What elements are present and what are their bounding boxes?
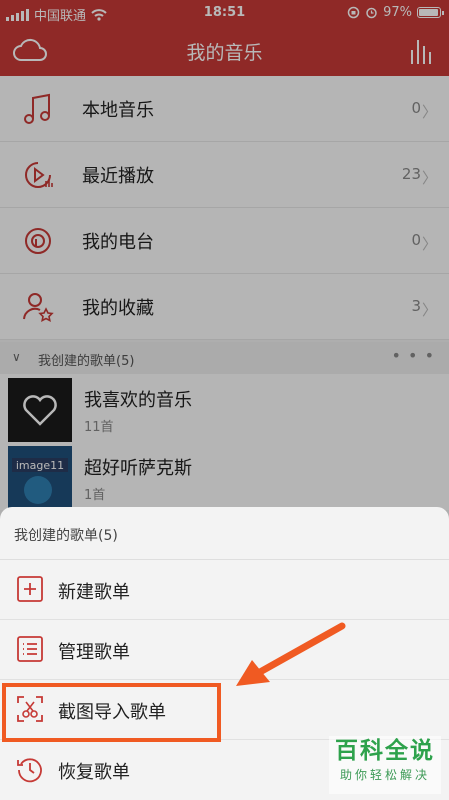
watermark-title: 百科全说 [335,738,435,764]
plus-box-icon [17,576,43,602]
watermark-logo: 百科全说 助你轻松解决 [329,736,441,794]
item-label: 新建歌单 [58,582,130,603]
highlight-box [2,683,221,742]
watermark-subtitle: 助你轻松解决 [339,768,430,782]
list-icon [17,636,43,662]
restore-clock-icon [17,758,42,783]
manage-playlist-button[interactable]: 管理歌单 [0,620,449,680]
pointer-arrow-icon [236,622,346,686]
item-label: 管理歌单 [58,642,130,663]
new-playlist-button[interactable]: 新建歌单 [0,560,449,620]
item-label: 恢复歌单 [58,762,130,783]
sheet-title: 我创建的歌单(5) [14,528,118,544]
